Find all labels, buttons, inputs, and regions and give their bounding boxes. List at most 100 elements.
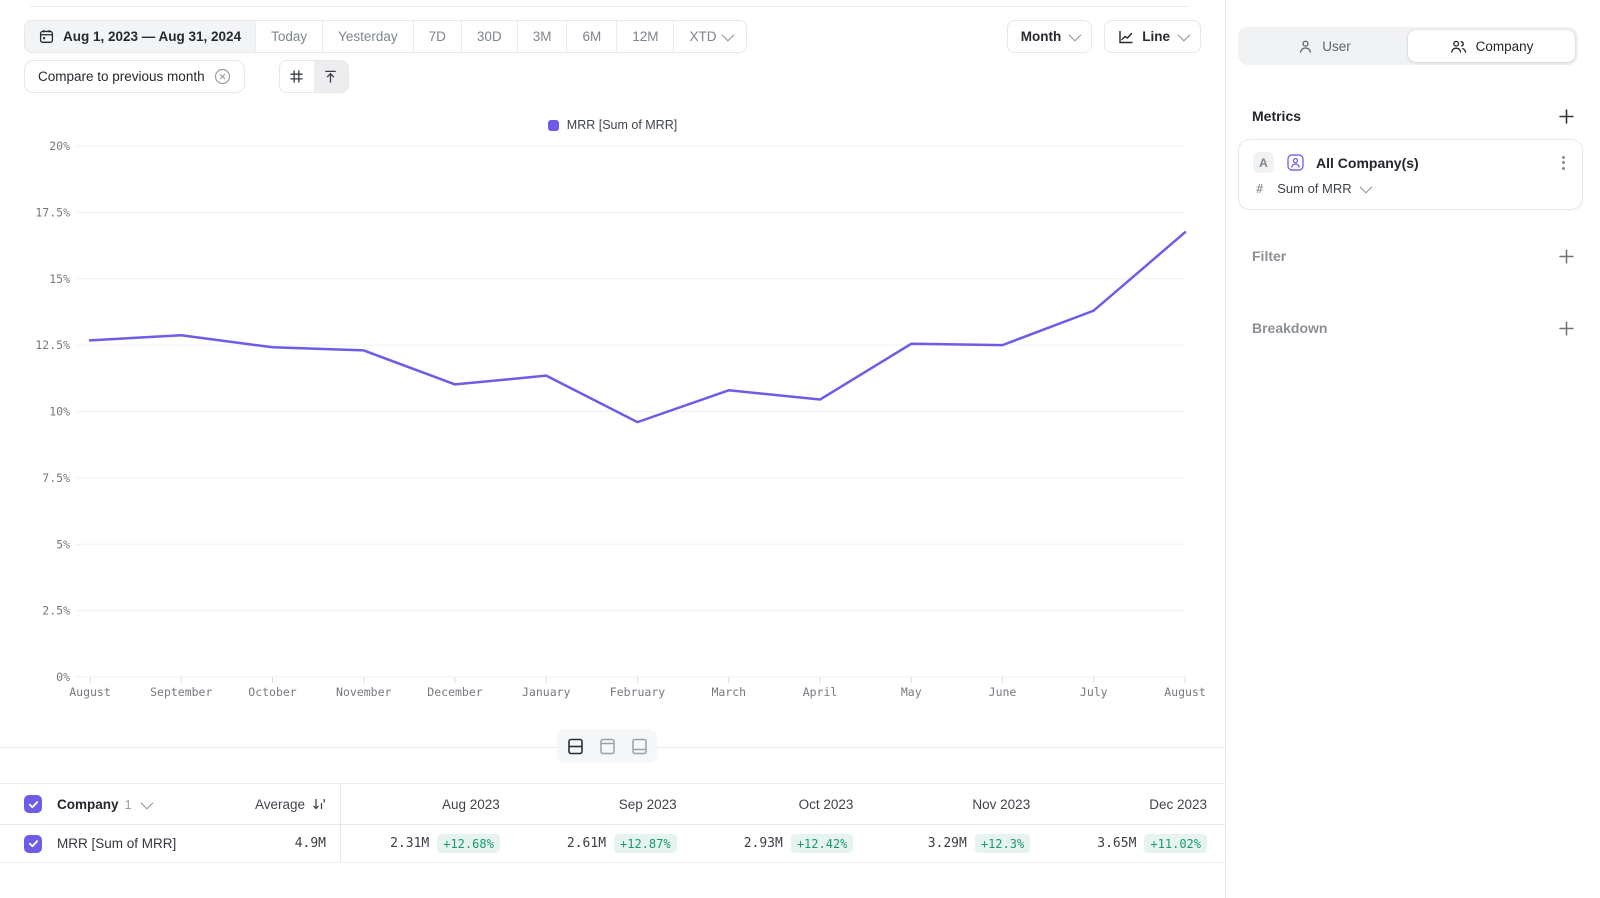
row-checkbox[interactable] [24, 835, 42, 853]
filter-section-header: Filter [1252, 246, 1576, 266]
delta-badge: +12.42% [791, 834, 854, 853]
sort-icon [312, 797, 326, 811]
preset-xtd-dropdown[interactable]: XTD [673, 21, 746, 52]
x-axis-tick-label: January [522, 685, 571, 699]
table-header-row: Company 1 Average Aug 2023 Sep 2023 Oct … [0, 783, 1225, 825]
preset-30d[interactable]: 30D [461, 21, 517, 52]
layout-split-button[interactable] [561, 733, 589, 759]
preset-xtd-label: XTD [689, 29, 716, 44]
month-columns-header: Aug 2023 Sep 2023 Oct 2023 Nov 2023 Dec … [340, 784, 1225, 824]
average-value: 4.9M [295, 836, 326, 851]
table-row[interactable]: MRR [Sum of MRR] 4.9M 2.31M +12.68% 2.61… [0, 825, 1225, 863]
granularity-dropdown[interactable]: Month [1007, 20, 1092, 53]
chevron-down-icon [722, 29, 735, 42]
metric-series-badge: A [1253, 152, 1274, 173]
top-divider [30, 6, 1190, 7]
company-users-icon [1450, 39, 1467, 54]
toggle-company[interactable]: Company [1408, 30, 1575, 62]
column-header[interactable]: Dec 2023 [1149, 797, 1207, 812]
chevron-down-icon [1069, 29, 1082, 42]
report-main-area: Aug 1, 2023 — Aug 31, 2024 Today Yesterd… [0, 0, 1225, 898]
breakdown-section-header: Breakdown [1252, 318, 1576, 338]
date-range-label: Aug 1, 2023 — Aug 31, 2024 [63, 29, 241, 44]
metrics-title: Metrics [1252, 108, 1301, 124]
column-header[interactable]: Oct 2023 [799, 797, 854, 812]
x-axis-tick-label: August [1164, 685, 1206, 699]
table-header-left: Company 1 Average [0, 784, 340, 824]
table-row-left: MRR [Sum of MRR] 4.9M [0, 825, 340, 862]
annotations-toggle-button[interactable] [314, 61, 348, 92]
entity-count: 1 [125, 797, 132, 812]
x-axis-tick-label: November [336, 685, 391, 699]
chevron-down-icon [1178, 29, 1191, 42]
y-axis-tick-label: 7.5% [42, 471, 70, 485]
compare-chip[interactable]: Compare to previous month [24, 60, 245, 93]
plus-icon [1559, 249, 1574, 264]
column-header[interactable]: Nov 2023 [972, 797, 1030, 812]
date-range-group: Aug 1, 2023 — Aug 31, 2024 Today Yesterd… [24, 20, 747, 53]
aggregation-dropdown[interactable]: Sum of MRR [1277, 181, 1368, 196]
chevron-down-icon [1359, 181, 1372, 194]
month-cells: 2.31M +12.68% 2.61M +12.87% 2.93M +12.42… [340, 825, 1225, 862]
report-config-sidebar: User Company Metrics A All Company(s) [1225, 0, 1600, 898]
average-label: Average [255, 797, 305, 812]
table-cell: 2.61M +12.87% [518, 825, 695, 862]
delta-badge: +12.3% [975, 834, 1030, 853]
cell-value: 3.65M [1097, 836, 1136, 851]
preset-7d[interactable]: 7D [413, 21, 461, 52]
plus-icon [1559, 109, 1574, 124]
layout-top-icon [598, 737, 617, 756]
compare-chip-label: Compare to previous month [38, 69, 205, 84]
remove-compare-icon[interactable] [214, 68, 231, 85]
metric-card[interactable]: A All Company(s) # Sum of MRR [1238, 139, 1583, 210]
toolbar: Aug 1, 2023 — Aug 31, 2024 Today Yesterd… [24, 20, 1201, 53]
preset-today[interactable]: Today [255, 21, 322, 52]
mrr-growth-line-chart[interactable]: 0%2.5%5%7.5%10%12.5%15%17.5%20%AugustSep… [0, 100, 1225, 720]
toggle-user[interactable]: User [1241, 30, 1408, 62]
y-axis-tick-label: 2.5% [42, 604, 70, 618]
chart-type-dropdown[interactable]: Line [1104, 20, 1201, 53]
calendar-icon [39, 29, 54, 44]
layout-table-only-button[interactable] [625, 733, 653, 759]
table-cell: 2.93M +12.42% [695, 825, 872, 862]
metric-name: All Company(s) [1316, 155, 1419, 171]
layout-chart-only-button[interactable] [593, 733, 621, 759]
preset-6m[interactable]: 6M [566, 21, 616, 52]
analytics-report-page: Aug 1, 2023 — Aug 31, 2024 Today Yesterd… [0, 0, 1600, 898]
add-breakdown-button[interactable] [1556, 318, 1576, 338]
delta-badge: +12.87% [614, 834, 677, 853]
x-axis-tick-label: May [901, 685, 922, 699]
chart-options-group [279, 60, 349, 93]
panel-layout-toggle [557, 729, 657, 763]
toggle-user-label: User [1322, 39, 1351, 54]
table-cell: 3.29M +12.3% [871, 825, 1048, 862]
chevron-down-icon[interactable] [140, 796, 153, 809]
x-axis-tick-label: June [989, 685, 1017, 699]
column-header[interactable]: Aug 2023 [442, 797, 500, 812]
entity-column-label[interactable]: Company [57, 797, 119, 812]
column-header[interactable]: Sep 2023 [619, 797, 677, 812]
grid-toggle-button[interactable] [280, 61, 314, 92]
toggle-company-label: Company [1476, 39, 1534, 54]
table-cell: 3.65M +11.02% [1048, 825, 1225, 862]
add-metric-button[interactable] [1556, 106, 1576, 126]
date-range-button[interactable]: Aug 1, 2023 — Aug 31, 2024 [25, 21, 255, 52]
delta-badge: +12.68% [437, 834, 500, 853]
average-column-header[interactable]: Average [255, 797, 326, 812]
granularity-label: Month [1021, 29, 1061, 44]
x-axis-tick-label: February [610, 685, 665, 699]
select-all-checkbox[interactable] [24, 795, 42, 813]
arrow-up-to-line-icon [323, 69, 338, 84]
preset-12m[interactable]: 12M [616, 21, 673, 52]
add-filter-button[interactable] [1556, 246, 1576, 266]
cell-value: 3.29M [928, 836, 967, 851]
metric-options-kebab-icon[interactable] [1559, 153, 1568, 173]
preset-3m[interactable]: 3M [517, 21, 567, 52]
plus-icon [1559, 321, 1574, 336]
numeric-property-icon: # [1256, 182, 1263, 196]
chart-type-label: Line [1142, 29, 1170, 44]
layout-bottom-icon [630, 737, 649, 756]
chart-line [90, 232, 1185, 422]
preset-yesterday[interactable]: Yesterday [322, 21, 413, 52]
delta-badge: +11.02% [1144, 834, 1207, 853]
